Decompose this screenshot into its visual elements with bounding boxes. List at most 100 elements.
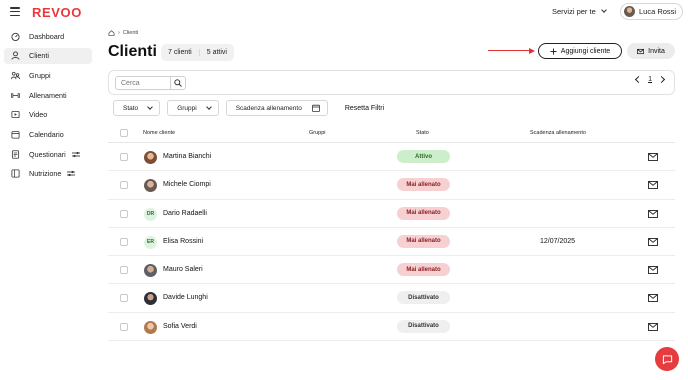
mail-icon[interactable]: [648, 266, 658, 275]
status-badge: Attivo: [397, 150, 450, 163]
status-badge: Disattivato: [397, 319, 450, 333]
sidebar-item-label: Gruppi: [29, 70, 51, 80]
expiry-filter[interactable]: Scadenza allenamento: [225, 100, 328, 116]
groups-filter-label: Gruppi: [177, 104, 197, 112]
mail-icon[interactable]: [648, 209, 658, 218]
header-status[interactable]: Stato: [416, 130, 429, 136]
sidebar-item-label: Dashboard: [29, 31, 65, 41]
sidebar-item-label: Calendario: [29, 129, 64, 139]
status-filter-label: Stato: [123, 104, 139, 112]
client-name[interactable]: Dario Radaelli: [163, 210, 207, 217]
status-badge: Mai allenato: [397, 206, 450, 220]
app-logo[interactable]: REVOO: [32, 5, 82, 20]
header-groups[interactable]: Gruppi: [309, 130, 326, 136]
sidebar-item-dashboard[interactable]: Dashboard: [4, 28, 92, 44]
row-checkbox[interactable]: [120, 294, 128, 303]
chevron-down-icon: [205, 103, 212, 110]
table-row[interactable]: ER Elisa Rossini Mai allenato 12/07/2025: [108, 228, 675, 257]
annotation-arrow: [488, 50, 531, 51]
client-name[interactable]: Sofia Verdi: [163, 323, 197, 330]
page-title: Clienti: [108, 43, 157, 60]
chevron-left-icon[interactable]: [635, 75, 643, 84]
filters-bar: Stato Gruppi Scadenza allenamento Resett…: [113, 100, 384, 116]
sidebar-item-allenamenti[interactable]: Allenamenti: [4, 87, 92, 103]
row-checkbox[interactable]: [120, 266, 128, 275]
add-client-button[interactable]: Aggiungi cliente: [538, 43, 622, 59]
table-row[interactable]: Davide Lunghi Disattivato: [108, 284, 675, 313]
table-row[interactable]: Martina Bianchi Attivo: [108, 143, 675, 172]
sidebar-item-nutrizione[interactable]: Nutrizione: [4, 166, 92, 182]
row-checkbox[interactable]: [120, 322, 128, 331]
table-row[interactable]: DR Dario Radaelli Mai allenato: [108, 200, 675, 228]
table-row[interactable]: Michele Ciompi Mai allenato: [108, 171, 675, 200]
status-badge: Disattivato: [397, 291, 450, 305]
status-badge: Mai allenato: [397, 263, 450, 277]
row-checkbox[interactable]: [120, 181, 128, 190]
client-name[interactable]: Mauro Saleri: [163, 266, 203, 273]
services-dropdown[interactable]: Servizi per te: [552, 7, 607, 16]
group-icon: [11, 71, 20, 80]
client-counts: 7 clienti 5 attivi: [161, 44, 234, 61]
sidebar: Dashboard Clienti Gruppi Allenamenti Vid…: [4, 28, 92, 186]
mail-icon[interactable]: [648, 237, 658, 246]
search-bar: 1: [108, 70, 675, 95]
search-input[interactable]: [115, 76, 171, 90]
questionnaire-icon: [11, 149, 20, 159]
user-menu[interactable]: Luca Rossi: [620, 3, 684, 20]
user-name: Luca Rossi: [639, 7, 677, 16]
groups-filter[interactable]: Gruppi: [167, 100, 219, 116]
avatar: [144, 264, 157, 278]
mail-icon[interactable]: [648, 322, 658, 331]
expiry-date: 12/07/2025: [540, 237, 576, 245]
avatar: [144, 320, 157, 334]
sidebar-item-questionari[interactable]: Questionari: [4, 146, 92, 162]
client-name[interactable]: Davide Lunghi: [163, 294, 208, 301]
dumbbell-icon: [11, 91, 20, 100]
sidebar-item-calendario[interactable]: Calendario: [4, 126, 92, 142]
page-number[interactable]: 1: [648, 76, 652, 83]
search-button[interactable]: [171, 76, 186, 90]
clients-table: Nome cliente Gruppi Stato Scadenza allen…: [108, 124, 675, 342]
sidebar-item-gruppi[interactable]: Gruppi: [4, 67, 92, 83]
invite-button[interactable]: Invita: [627, 43, 675, 59]
status-filter[interactable]: Stato: [113, 100, 161, 116]
menu-icon[interactable]: [10, 7, 20, 17]
row-checkbox[interactable]: [120, 237, 128, 246]
search-icon: [174, 79, 182, 87]
status-badge: Mai allenato: [397, 178, 450, 192]
home-icon[interactable]: [108, 30, 115, 36]
chat-button[interactable]: [655, 347, 679, 371]
client-name[interactable]: Elisa Rossini: [163, 238, 203, 245]
avatar: [144, 292, 157, 306]
mail-icon[interactable]: [648, 181, 658, 190]
calendar-icon: [11, 130, 20, 139]
table-row[interactable]: Sofia Verdi Disattivato: [108, 313, 675, 342]
client-name[interactable]: Martina Bianchi: [163, 153, 211, 160]
mail-icon[interactable]: [648, 294, 658, 303]
table-row[interactable]: Mauro Saleri Mai allenato: [108, 256, 675, 285]
header-name[interactable]: Nome cliente: [143, 130, 175, 136]
sidebar-item-clienti[interactable]: Clienti: [4, 47, 92, 64]
plus-icon: [550, 47, 557, 55]
select-all-checkbox[interactable]: [120, 129, 128, 137]
avatar: [144, 179, 157, 193]
chevron-right-icon[interactable]: [657, 75, 666, 84]
avatar: ER: [144, 235, 157, 249]
row-checkbox[interactable]: [120, 153, 128, 161]
reset-filters-button[interactable]: Resetta Filtri: [345, 105, 384, 112]
client-name[interactable]: Michele Ciompi: [163, 181, 211, 188]
row-checkbox[interactable]: [120, 209, 128, 218]
breadcrumb: › Clienti: [108, 30, 138, 36]
sidebar-item-label: Allenamenti: [29, 90, 67, 100]
breadcrumb-current: Clienti: [122, 30, 139, 36]
sidebar-item-video[interactable]: Video: [4, 107, 92, 123]
nutrition-icon: [11, 169, 20, 178]
services-label: Servizi per te: [552, 7, 596, 16]
add-client-label: Aggiungi cliente: [560, 47, 611, 55]
chat-icon: [662, 354, 672, 364]
header-expiry[interactable]: Scadenza allenamento: [530, 130, 586, 136]
chevron-down-icon: [600, 7, 607, 13]
mail-icon[interactable]: [648, 153, 658, 161]
sidebar-item-label: Video: [29, 110, 48, 120]
annotation-arrow-head: [529, 47, 535, 54]
